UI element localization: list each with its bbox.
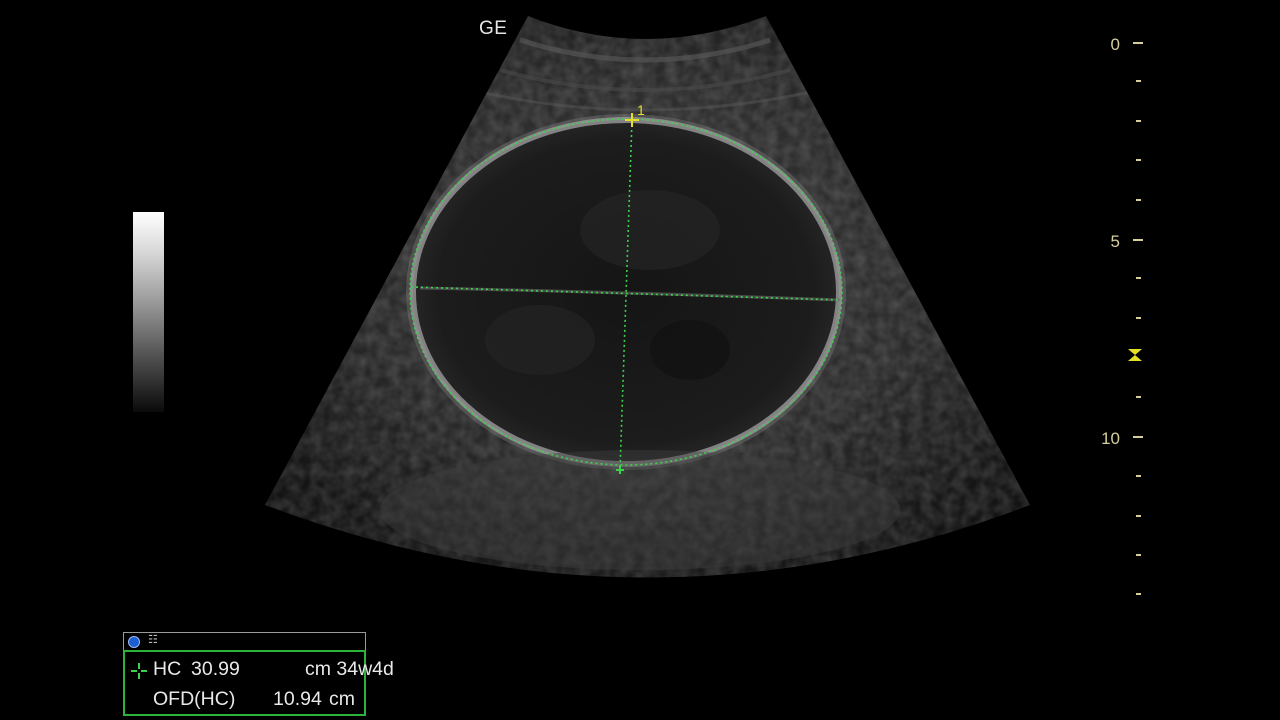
- grayscale-bar: [133, 212, 164, 412]
- measurement-panel-header: ☷: [123, 632, 366, 650]
- caliper-cross-icon: [131, 663, 147, 679]
- ofd-unit: cm: [329, 688, 355, 710]
- hc-value: 30.99: [191, 658, 240, 680]
- hc-unit-ga: cm 34w4d: [305, 658, 394, 680]
- depth-tick: [1136, 593, 1141, 595]
- depth-tick: [1136, 120, 1141, 122]
- depth-tick-major: [1133, 436, 1143, 438]
- ofd-value: 10.94: [273, 688, 322, 710]
- caliper-1-label: 1: [637, 102, 645, 118]
- depth-label-5: 5: [1110, 232, 1120, 251]
- depth-label-0: 0: [1110, 35, 1120, 54]
- depth-tick: [1136, 80, 1141, 82]
- depth-tick-major: [1133, 239, 1143, 241]
- depth-tick: [1136, 277, 1141, 279]
- ofd-label: OFD(HC): [153, 688, 236, 710]
- ultrasound-image: 1: [265, 16, 1030, 578]
- depth-tick: [1136, 159, 1141, 161]
- hc-label: HC: [153, 658, 182, 680]
- depth-tick: [1136, 396, 1141, 398]
- depth-tick: [1136, 317, 1141, 319]
- depth-tick: [1136, 515, 1141, 517]
- focus-zone-marker-icon[interactable]: [1127, 349, 1143, 361]
- report-icon[interactable]: ☷: [148, 634, 162, 646]
- brand-logo: GE: [479, 18, 508, 39]
- depth-tick: [1136, 475, 1141, 477]
- depth-label-10: 10: [1101, 429, 1120, 448]
- measurement-panel: ☷ HC 30.99 cm 34w4d OFD(HC) 10.94 cm: [123, 632, 394, 716]
- depth-tick: [1136, 199, 1141, 201]
- depth-tick-major: [1133, 42, 1143, 44]
- status-indicator-icon: [128, 636, 140, 648]
- depth-tick: [1136, 554, 1141, 556]
- measurement-results[interactable]: HC 30.99 cm 34w4d OFD(HC) 10.94 cm: [123, 650, 394, 716]
